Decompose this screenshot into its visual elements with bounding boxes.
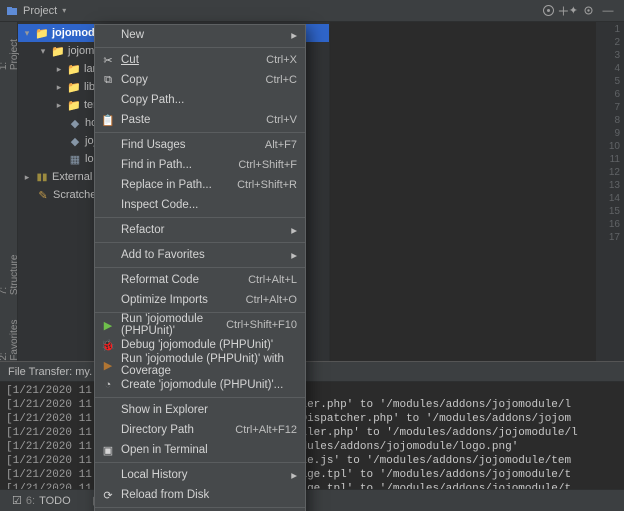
bug-icon: 🐞 xyxy=(101,338,115,352)
chevron-right-icon: ▸ xyxy=(291,248,297,262)
toolbar: Project ▾ ✦ — xyxy=(0,0,624,22)
target-icon[interactable] xyxy=(538,1,558,21)
chevron-down-icon: ▾ xyxy=(22,28,32,39)
chevron-right-icon: ▸ xyxy=(54,82,64,93)
sidebar-tab-structure[interactable]: 7: Structure xyxy=(0,246,20,295)
menu-local-history[interactable]: Local History▸ xyxy=(95,465,305,485)
file-transfer-title: File Transfer: xyxy=(8,366,72,378)
sidebar-tab-project[interactable]: 1: Project xyxy=(0,30,20,70)
menu-refactor[interactable]: Refactor▸ xyxy=(95,220,305,240)
run-icon: ▶ xyxy=(101,318,115,332)
minimize-icon[interactable]: — xyxy=(598,1,618,21)
chevron-right-icon: ▸ xyxy=(291,28,297,42)
chevron-right-icon: ▸ xyxy=(291,468,297,482)
folder-icon: 📁 xyxy=(67,62,81,76)
project-icon xyxy=(6,5,18,17)
menu-paste[interactable]: 📋PasteCtrl+V xyxy=(95,110,305,130)
chevron-right-icon: ▸ xyxy=(54,100,64,111)
menu-find-in-path[interactable]: Find in Path...Ctrl+Shift+F xyxy=(95,155,305,175)
menu-debug[interactable]: 🐞Debug 'jojomodule (PHPUnit)' xyxy=(95,335,305,355)
folder-icon: 📁 xyxy=(67,80,81,94)
menu-copy-path[interactable]: Copy Path... xyxy=(95,90,305,110)
cut-icon: ✂ xyxy=(101,53,115,67)
scratch-icon: ✎ xyxy=(36,188,50,202)
paste-icon: 📋 xyxy=(101,113,115,127)
menu-create-run[interactable]: ◔Create 'jojomodule (PHPUnit)'... xyxy=(95,375,305,395)
menu-run[interactable]: ▶Run 'jojomodule (PHPUnit)'Ctrl+Shift+F1… xyxy=(95,315,305,335)
sidebar-tab-favorites[interactable]: 2: Favorites xyxy=(0,311,20,361)
folder-icon: 📁 xyxy=(35,26,49,40)
menu-coverage[interactable]: ▶Run 'jojomodule (PHPUnit)' with Coverag… xyxy=(95,355,305,375)
terminal-icon: ▣ xyxy=(101,443,115,457)
menu-cut[interactable]: ✂CutCtrl+X xyxy=(95,50,305,70)
menu-replace-in-path[interactable]: Replace in Path...Ctrl+Shift+R xyxy=(95,175,305,195)
menu-open-terminal[interactable]: ▣Open in Terminal xyxy=(95,440,305,460)
left-tool-strip: 1: Project 7: Structure 2: Favorites xyxy=(0,22,18,361)
library-icon: ▮▮ xyxy=(35,170,49,184)
chevron-right-icon: ▸ xyxy=(54,64,64,75)
menu-inspect-code[interactable]: Inspect Code... xyxy=(95,195,305,215)
editor-area: 123 456 789 101112 131415 1617 xyxy=(330,22,624,361)
chevron-down-icon: ▾ xyxy=(62,6,66,15)
chevron-right-icon: ▸ xyxy=(291,223,297,237)
chevron-right-icon: ▸ xyxy=(22,172,32,183)
context-menu[interactable]: New▸ ✂CutCtrl+X ⧉CopyCtrl+C Copy Path...… xyxy=(94,24,306,511)
project-title: Project xyxy=(23,5,57,17)
gear-icon[interactable] xyxy=(578,1,598,21)
menu-find-usages[interactable]: Find UsagesAlt+F7 xyxy=(95,135,305,155)
menu-new[interactable]: New▸ xyxy=(95,25,305,45)
menu-optimize-imports[interactable]: Optimize ImportsCtrl+Alt+O xyxy=(95,290,305,310)
project-dropdown[interactable]: Project ▾ xyxy=(6,5,66,17)
image-file-icon: ▦ xyxy=(68,152,82,166)
chevron-down-icon: ▾ xyxy=(38,46,48,57)
menu-show-explorer[interactable]: Show in Explorer xyxy=(95,400,305,420)
folder-icon: 📁 xyxy=(51,44,65,58)
menu-reload[interactable]: ⟳Reload from Disk xyxy=(95,485,305,505)
line-gutter: 123 456 789 101112 131415 1617 xyxy=(596,22,624,361)
menu-reformat[interactable]: Reformat CodeCtrl+Alt+L xyxy=(95,270,305,290)
php-file-icon: ◆ xyxy=(68,116,82,130)
todo-icon: ☑ xyxy=(12,494,22,507)
expand-icon[interactable]: ✦ xyxy=(558,1,578,21)
menu-directory-path[interactable]: Directory PathCtrl+Alt+F12 xyxy=(95,420,305,440)
reload-icon: ⟳ xyxy=(101,488,115,502)
php-file-icon: ◆ xyxy=(68,134,82,148)
file-transfer-host: my. xyxy=(75,366,92,378)
create-icon: ◔ xyxy=(101,378,115,392)
menu-copy[interactable]: ⧉CopyCtrl+C xyxy=(95,70,305,90)
tab-todo[interactable]: ☑ 6: TODO xyxy=(6,491,77,511)
menu-add-favorites[interactable]: Add to Favorites▸ xyxy=(95,245,305,265)
coverage-icon: ▶ xyxy=(101,358,115,372)
copy-icon: ⧉ xyxy=(101,73,115,87)
folder-icon: 📁 xyxy=(67,98,81,112)
